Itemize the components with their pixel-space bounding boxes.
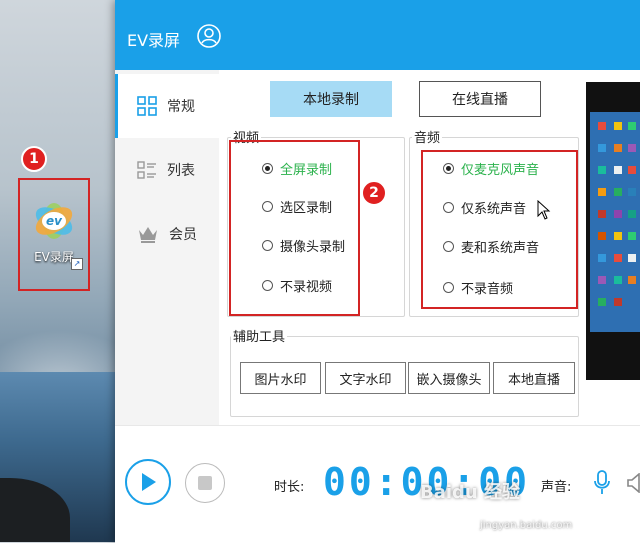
preview-desktop-icon (628, 144, 636, 152)
audio-option-mic-only[interactable]: 仅麦克风声音 (443, 159, 539, 178)
video-option-region[interactable]: 选区录制 (262, 197, 332, 216)
local-live-button[interactable]: 本地直播 (493, 362, 575, 394)
preview-desktop-icon (614, 276, 622, 284)
preview-desktop-icon (614, 144, 622, 152)
play-icon (142, 473, 156, 491)
radio-button (262, 201, 273, 212)
video-option-none[interactable]: 不录视频 (262, 276, 332, 295)
tools-group-title: 辅助工具 (231, 326, 288, 345)
crown-icon (139, 227, 157, 243)
grid-icon (137, 96, 157, 116)
preview-desktop-icon (614, 122, 622, 130)
preview-desktop-icon (628, 276, 636, 284)
preview-desktop-icon (628, 254, 636, 262)
radio-button (262, 163, 273, 174)
preview-desktop-icon (628, 166, 636, 174)
radio-button (443, 282, 454, 293)
text-watermark-button[interactable]: 文字水印 (325, 362, 406, 394)
baidu-watermark-url: jingyan.baidu.com (480, 520, 573, 531)
mouse-cursor-icon (537, 200, 551, 220)
video-option-fullscreen[interactable]: 全屏录制 (262, 159, 332, 178)
volume-label: 声音: (541, 480, 572, 495)
preview-desktop-icon (598, 232, 606, 240)
preview-desktop-icon (598, 122, 606, 130)
desktop-shortcut-ev[interactable]: ev ↗ EV录屏 (18, 178, 90, 291)
radio-button (262, 240, 273, 251)
title-bar: EV录屏 (115, 0, 640, 70)
preview-desktop-icon (614, 166, 622, 174)
audio-group-title: 音频 (412, 127, 443, 146)
sidebar-item-list[interactable]: 列表 (115, 138, 219, 202)
start-record-button[interactable] (125, 459, 171, 505)
radio-button (443, 202, 454, 213)
preview-desktop-icon (628, 232, 636, 240)
preview-desktop-icon (628, 188, 636, 196)
app-title: EV录屏 (127, 31, 181, 50)
microphone-icon[interactable] (593, 470, 611, 496)
preview-desktop-icon (598, 254, 606, 262)
step-badge-2: 2 (361, 180, 387, 206)
general-settings-panel: 本地录制 在线直播 视频 全屏录制 选区录制 摄像头录制 不录视频 音频 仅麦克… (219, 70, 584, 425)
preview-desktop-icon (614, 298, 622, 306)
sidebar-item-member[interactable]: 会员 (115, 202, 219, 266)
preview-desktop-icon (598, 166, 606, 174)
local-record-button[interactable]: 本地录制 (270, 81, 392, 117)
screen-preview (586, 82, 640, 380)
preview-desktop-icon (614, 188, 622, 196)
desktop-shortcut-label: EV录屏 (34, 250, 74, 264)
preview-desktop-icon (598, 188, 606, 196)
sidebar-item-label: 列表 (167, 163, 195, 179)
baidu-watermark: Baidu 经验 (420, 482, 521, 503)
preview-desktop-icon (598, 276, 606, 284)
audio-option-mic-and-system[interactable]: 麦和系统声音 (443, 237, 539, 256)
preview-desktop-icon (614, 210, 622, 218)
ev-recorder-window: EV录屏 常规 列表 会员 本地录制 在线直播 视频 全屏录制 选区录制 摄像头… (115, 0, 640, 543)
preview-desktop-icon (598, 144, 606, 152)
sidebar: 常规 列表 会员 (115, 70, 219, 425)
radio-button (443, 241, 454, 252)
preview-desktop-icon (598, 298, 606, 306)
sidebar-item-general[interactable]: 常规 (115, 74, 219, 138)
audio-option-system-only[interactable]: 仅系统声音 (443, 198, 526, 217)
image-watermark-button[interactable]: 图片水印 (240, 362, 321, 394)
stop-icon (198, 476, 212, 490)
video-option-camera[interactable]: 摄像头录制 (262, 236, 345, 255)
radio-button (262, 280, 273, 291)
speaker-icon[interactable] (627, 473, 640, 493)
sidebar-item-label: 常规 (167, 99, 195, 115)
step-badge-1: 1 (21, 146, 47, 172)
sidebar-item-label: 会员 (169, 227, 197, 243)
preview-desktop-icon (628, 210, 636, 218)
radio-button (443, 163, 454, 174)
preview-desktop-icon (598, 210, 606, 218)
preview-desktop-icon (614, 254, 622, 262)
preview-desktop-icon (628, 122, 636, 130)
list-icon (137, 161, 156, 179)
ev-app-icon: ev ↗ (31, 201, 83, 270)
embed-camera-button[interactable]: 嵌入摄像头 (408, 362, 490, 394)
duration-label: 时长: (274, 480, 305, 495)
stop-record-button[interactable] (185, 463, 225, 503)
user-icon[interactable] (197, 24, 221, 48)
shortcut-arrow-icon: ↗ (71, 258, 83, 270)
audio-option-none[interactable]: 不录音频 (443, 278, 513, 297)
live-stream-button[interactable]: 在线直播 (419, 81, 541, 117)
preview-desktop-icon (614, 232, 622, 240)
